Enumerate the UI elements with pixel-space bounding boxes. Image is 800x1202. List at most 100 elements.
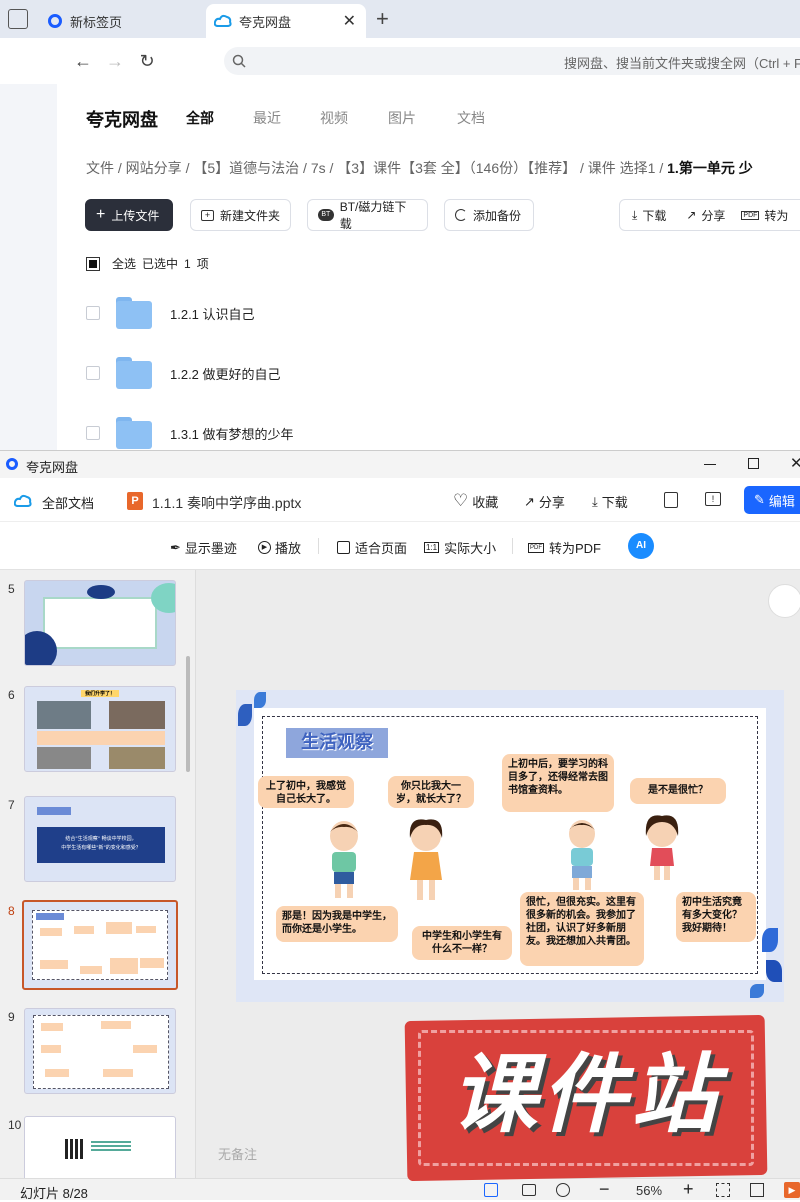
fit-page-button[interactable]: 适合页面 [337,538,407,557]
breadcrumb-item[interactable]: 文件 [86,160,114,176]
tab-new-tab[interactable]: 新标签页 [38,4,204,38]
slide-thumbnail-8-selected[interactable] [22,900,178,990]
backup-icon [455,209,467,221]
list-item[interactable]: 1.2.2 做更好的自己 [86,343,786,403]
file-name[interactable]: 1.2.2 做更好的自己 [170,364,281,383]
breadcrumb-item[interactable]: 7s [311,160,326,176]
drive-logo[interactable]: 夸克网盘 [86,106,158,132]
nav-tab-image[interactable]: 图片 [388,108,416,128]
folder-icon [116,297,152,329]
forward-arrow-icon[interactable]: → [104,50,126,72]
thumb-tag [37,807,71,815]
nav-tab-docs[interactable]: 文档 [457,108,485,128]
globe-icon[interactable] [556,1183,570,1197]
grid-view-icon[interactable] [522,1184,536,1196]
viewer-download-button[interactable]: ⤓ 下载 [592,492,628,511]
download-icon: ⤓ [632,207,638,222]
row-checkbox[interactable] [86,426,100,440]
show-ink-button[interactable]: ✒ 显示墨迹 [170,538,237,557]
fullscreen-icon[interactable] [750,1183,764,1197]
thumb-number: 8 [8,904,15,918]
side-tool-button[interactable] [768,584,800,618]
checkbox-indeterminate-mark [89,259,97,268]
reload-icon[interactable]: ↻ [136,50,158,72]
upload-button[interactable]: + 上传文件 [85,199,173,231]
thumb-text-lines [91,1141,131,1153]
close-tab-icon[interactable]: ✕ [343,11,356,31]
slide-thumbnail-5[interactable] [24,580,176,666]
zoom-in-icon[interactable]: + [683,1179,694,1200]
thumb-bubble [74,926,94,934]
tab-list-icon[interactable] [8,9,28,29]
nav-tab-recent[interactable]: 最近 [253,108,281,128]
viewer-subtoolbar: ✒ 显示墨迹 ▶ 播放 适合页面 1:1 实际大小 PDF 转为PDF AI [0,522,800,570]
slide-thumbnail-9[interactable] [24,1008,176,1094]
thumb-frame [43,597,157,649]
share-action[interactable]: ↗ 分享 [686,207,725,224]
ai-assistant-icon[interactable]: AI [628,533,654,559]
nav-tab-video[interactable]: 视频 [320,108,348,128]
fit-label: 适合页面 [355,541,408,556]
feedback-icon[interactable]: ! [705,492,721,506]
thumb-banner: 结合"生活观察" 畅谈中学校园， 中学生活有哪些"新"的变化和感受？ [37,827,165,863]
breadcrumb-item[interactable]: 课件 选择1 [588,160,656,176]
edit-button[interactable]: ✎ 编辑 [744,486,800,514]
new-tab-plus-icon[interactable]: + [376,6,389,32]
list-item[interactable]: 1.2.1 认识自己 [86,283,786,343]
download-action[interactable]: ⤓ 下载 [632,207,666,224]
add-backup-button[interactable]: 添加备份 [444,199,534,231]
notes-view-icon[interactable] [484,1183,498,1197]
maximize-icon[interactable] [748,458,759,469]
bt-download-button[interactable]: BT BT/磁力链下载 [307,199,428,231]
file-name[interactable]: 1.3.1 做有梦想的少年 [170,424,294,443]
boy-character-illustration [569,820,595,890]
new-folder-icon: + [201,209,214,221]
breadcrumb-item[interactable]: 【3】课件【3套 全】（146份）【推荐】 [337,160,576,176]
new-folder-button[interactable]: + 新建文件夹 [190,199,291,231]
select-all-checkbox[interactable] [86,256,100,271]
zoom-out-icon[interactable]: − [599,1179,610,1200]
slide-thumbnail-10[interactable] [24,1116,176,1178]
open-external-icon[interactable] [664,492,678,508]
favorite-button[interactable]: ♡ 收藏 [453,491,498,511]
share-icon: ↗ [524,493,535,509]
viewer-share-button[interactable]: ↗ 分享 [524,492,565,511]
back-arrow-icon[interactable]: ← [72,50,94,72]
fit-page-icon [337,541,350,554]
convert-pdf-button[interactable]: PDF 转为PDF [528,538,601,557]
search-icon [232,54,246,68]
actual-size-button[interactable]: 1:1 实际大小 [424,538,496,557]
tab-label: 新标签页 [70,14,123,30]
slide-thumbnail-7[interactable]: 结合"生活观察" 畅谈中学校园， 中学生活有哪些"新"的变化和感受？ [24,796,176,882]
all-docs-link[interactable]: 全部文档 [42,493,94,512]
minimize-icon[interactable] [704,464,716,465]
select-all-label[interactable]: 全选 [112,255,136,272]
viewer-toolbar: 全部文档 P 1.1.1 奏响中学序曲.pptx ♡ 收藏 ↗ 分享 ⤓ 下载 … [0,478,800,522]
nav-tab-all[interactable]: 全部 [186,108,214,128]
thumb-title [36,913,64,920]
breadcrumb-sep: / [117,160,122,176]
thumb-scrollbar[interactable] [186,656,190,772]
address-bar[interactable]: 搜网盘、搜当前文件夹或搜全网（Ctrl + F [224,47,800,75]
thumb-bubble [41,1023,63,1031]
thumb-bubble [41,1045,61,1053]
to-pdf-action[interactable]: PDF 转为 [741,207,788,224]
row-checkbox[interactable] [86,306,100,320]
slideshow-play-icon[interactable]: ▶ [784,1182,800,1198]
tab-quark-drive[interactable]: 夸克网盘 ✕ [206,4,366,38]
close-window-icon[interactable]: ✕ [790,454,800,472]
actual-size-icon: 1:1 [424,542,440,553]
ink-label: 显示墨迹 [184,541,237,556]
browser-address-row: ← → ↻ 搜网盘、搜当前文件夹或搜全网（Ctrl + F [0,38,800,84]
fit-screen-icon[interactable] [716,1183,730,1197]
watermark-text: 课件站 [451,1045,721,1145]
file-name[interactable]: 1.2.1 认识自己 [170,304,255,323]
breadcrumb-item[interactable]: 【5】道德与法治 [193,160,299,176]
play-button[interactable]: ▶ 播放 [258,538,301,557]
pencil-icon: ✎ [754,492,765,507]
breadcrumb-sep: / [303,160,307,176]
breadcrumb-item[interactable]: 网站分享 [126,160,182,176]
slide-counter: 幻灯片 8/28 [20,1186,88,1201]
slide-thumbnail-6[interactable]: 我们升学了！ [24,686,176,772]
row-checkbox[interactable] [86,366,100,380]
